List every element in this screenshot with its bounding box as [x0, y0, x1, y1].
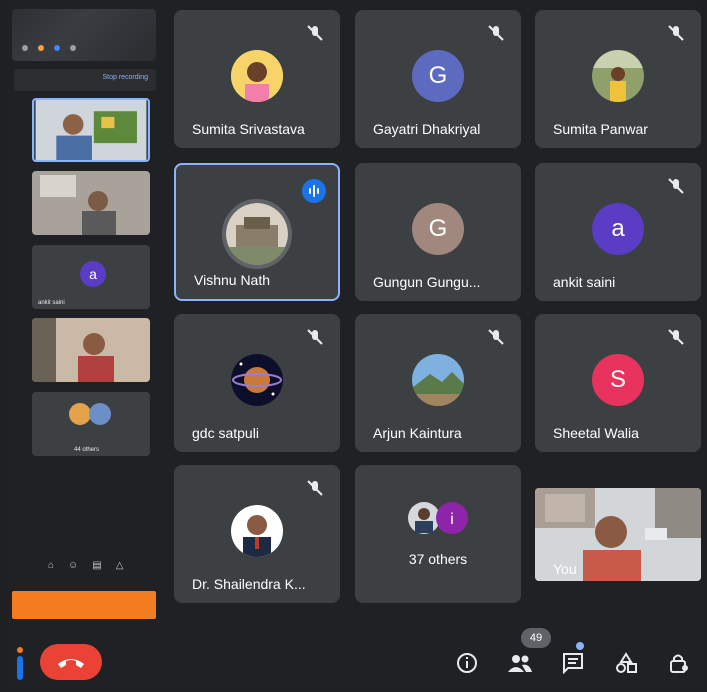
- panel-toolbar: [12, 9, 156, 61]
- activities-icon[interactable]: △: [116, 560, 124, 580]
- people-icon[interactable]: ☺: [68, 560, 78, 580]
- participant-name: Vishnu Nath: [194, 272, 271, 288]
- people-button[interactable]: [505, 648, 535, 678]
- toolbar-dot-icon: [22, 45, 28, 51]
- sidebar-tile-others[interactable]: 44 others: [32, 392, 150, 456]
- sidebar-tile[interactable]: [32, 98, 150, 162]
- mic-off-icon: [668, 178, 684, 194]
- participant-tile[interactable]: Dr. Shailendra K...: [174, 465, 340, 603]
- others-avatars-icon: i: [408, 502, 468, 534]
- participant-name: Sumita Srivastava: [192, 121, 305, 137]
- participant-tile[interactable]: a ankit saini: [535, 163, 701, 301]
- end-call-button[interactable]: [40, 644, 102, 680]
- meeting-details-button[interactable]: [452, 648, 482, 678]
- participant-name: Dr. Shailendra K...: [192, 576, 306, 592]
- toolbar-dot-icon: [70, 45, 76, 51]
- recording-bar[interactable]: Stop recording: [14, 69, 156, 91]
- panel-controls: ⌂ ☺ ▤ △: [48, 560, 148, 580]
- hang-up-icon: [58, 659, 84, 668]
- speaking-indicator-icon: [302, 179, 326, 203]
- participant-tile[interactable]: Sumita Panwar: [535, 10, 701, 148]
- avatar: a: [592, 203, 644, 255]
- participant-name: ankit saini: [553, 274, 616, 290]
- self-view-tile[interactable]: You: [535, 488, 701, 581]
- self-name: You: [553, 561, 577, 577]
- others-avatars-icon: [69, 403, 111, 425]
- lock-person-icon: [670, 654, 688, 673]
- people-icon: [508, 655, 532, 672]
- participant-tile[interactable]: G Gayatri Dhakriyal: [355, 10, 521, 148]
- host-controls-button[interactable]: [664, 648, 694, 678]
- activities-icon: [616, 652, 637, 673]
- side-panel: Stop recording a ankit saini 44 others ⌂…: [8, 5, 158, 625]
- sidebar-tile-label: ankit saini: [38, 300, 65, 306]
- video-feed: [32, 171, 150, 235]
- participant-tile-others[interactable]: i 37 others: [355, 465, 521, 603]
- chat-button[interactable]: [558, 648, 588, 678]
- others-count: 37 others: [408, 551, 468, 567]
- info-icon: [457, 653, 477, 673]
- sidebar-tile[interactable]: [32, 318, 150, 382]
- participant-count-badge: 49: [521, 628, 551, 648]
- participant-name: gdc satpuli: [192, 425, 259, 441]
- participant-tile[interactable]: Arjun Kaintura: [355, 314, 521, 452]
- app-logo-icon: [17, 647, 23, 680]
- avatar: [412, 354, 464, 406]
- chat-notification-dot: [576, 642, 584, 650]
- orange-banner: [12, 591, 156, 619]
- participant-name: Gayatri Dhakriyal: [373, 121, 481, 137]
- participant-name: Arjun Kaintura: [373, 425, 462, 441]
- avatar: G: [412, 203, 464, 255]
- video-feed: [32, 318, 150, 382]
- chat-icon[interactable]: ▤: [92, 560, 101, 580]
- avatar: [231, 505, 283, 557]
- home-icon[interactable]: ⌂: [48, 560, 54, 580]
- avatar: G: [412, 50, 464, 102]
- activities-button[interactable]: [611, 648, 641, 678]
- participant-tile[interactable]: Sumita Srivastava: [174, 10, 340, 148]
- mic-off-icon: [488, 329, 504, 345]
- avatar: [222, 199, 292, 269]
- participant-tile[interactable]: gdc satpuli: [174, 314, 340, 452]
- participant-tile-speaking[interactable]: Vishnu Nath: [174, 163, 340, 301]
- mic-off-icon: [668, 25, 684, 41]
- chat-icon: [563, 653, 583, 674]
- toolbar-dot-icon: [38, 45, 44, 51]
- avatar: [592, 50, 644, 102]
- participant-tile[interactable]: S Sheetal Walia: [535, 314, 701, 452]
- mic-off-icon: [668, 329, 684, 345]
- avatar: a: [80, 261, 106, 287]
- svg-text:i: i: [450, 511, 454, 528]
- stop-recording-link[interactable]: Stop recording: [102, 74, 148, 81]
- sidebar-tile[interactable]: a ankit saini: [32, 245, 150, 309]
- mic-off-icon: [307, 480, 323, 496]
- participant-name: Sheetal Walia: [553, 425, 639, 441]
- mic-off-icon: [307, 329, 323, 345]
- participant-tile[interactable]: G Gungun Gungu...: [355, 163, 521, 301]
- mic-off-icon: [488, 25, 504, 41]
- toolbar-dot-icon: [54, 45, 60, 51]
- participant-name: Gungun Gungu...: [373, 274, 481, 290]
- participant-name: Sumita Panwar: [553, 121, 648, 137]
- sidebar-tile-label: 44 others: [74, 447, 100, 453]
- avatar: [231, 354, 283, 406]
- sidebar-tile[interactable]: [32, 171, 150, 235]
- avatar: S: [592, 354, 644, 406]
- video-feed: [35, 100, 147, 160]
- mic-off-icon: [307, 25, 323, 41]
- avatar: [231, 50, 283, 102]
